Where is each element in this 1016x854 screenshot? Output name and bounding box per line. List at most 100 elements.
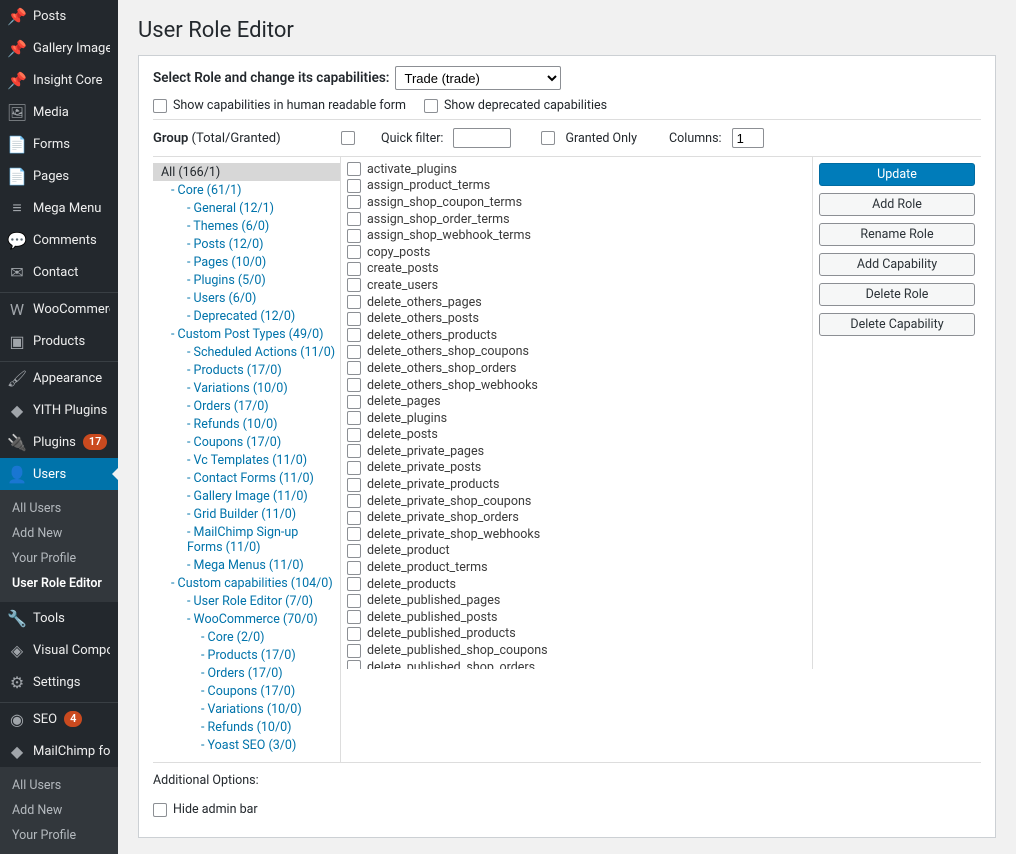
- add-capability-button[interactable]: Add Capability: [819, 253, 975, 276]
- capability-checkbox[interactable]: [347, 544, 361, 558]
- tree-item[interactable]: - Deprecated (12/0): [157, 307, 336, 325]
- tree-item[interactable]: - Variations (10/0): [157, 700, 336, 718]
- tree-item[interactable]: - Plugins (5/0): [157, 271, 336, 289]
- tree-item[interactable]: - Products (17/0): [157, 361, 336, 379]
- tree-item[interactable]: - Scheduled Actions (11/0): [157, 343, 336, 361]
- capability-checkbox[interactable]: [347, 212, 361, 226]
- sidebar-item-users[interactable]: 👤Users: [0, 458, 118, 490]
- role-select[interactable]: Trade (trade): [395, 66, 561, 90]
- rename-role-button[interactable]: Rename Role: [819, 223, 975, 246]
- capability-checkbox[interactable]: [347, 478, 361, 492]
- capability-checkbox[interactable]: [347, 627, 361, 641]
- tree-item[interactable]: - Custom capabilities (104/0): [157, 574, 336, 592]
- submenu-item[interactable]: All Users: [0, 773, 118, 798]
- sidebar-item-gallery-image[interactable]: 📌Gallery Image: [0, 32, 118, 64]
- human-readable-checkbox[interactable]: [153, 99, 167, 113]
- submenu-item[interactable]: User Role Editor: [0, 848, 118, 854]
- tree-item[interactable]: - Core (61/1): [157, 181, 336, 199]
- sidebar-item-seo[interactable]: ◉SEO4: [0, 703, 118, 735]
- sidebar-item-appearance[interactable]: 🖌Appearance: [0, 362, 118, 394]
- submenu-item[interactable]: Your Profile: [0, 546, 118, 571]
- quick-filter-input[interactable]: [453, 128, 511, 148]
- tree-item[interactable]: - Core (2/0): [157, 628, 336, 646]
- submenu-item[interactable]: User Role Editor: [0, 571, 118, 596]
- tree-item[interactable]: - General (12/1): [157, 199, 336, 217]
- tree-item[interactable]: - Contact Forms (11/0): [157, 469, 336, 487]
- tree-item[interactable]: - MailChimp Sign-up Forms (11/0): [157, 523, 336, 556]
- tree-item[interactable]: - Vc Templates (11/0): [157, 451, 336, 469]
- capability-checkbox[interactable]: [347, 229, 361, 243]
- capability-checkbox[interactable]: [347, 444, 361, 458]
- tree-item[interactable]: - Custom Post Types (49/0): [157, 325, 336, 343]
- capability-checkbox[interactable]: [347, 262, 361, 276]
- sidebar-item-mailchimp-for-wp[interactable]: ◆MailChimp for WP: [0, 735, 118, 767]
- sidebar-item-pages[interactable]: 📄Pages: [0, 160, 118, 192]
- sidebar-item-plugins[interactable]: 🔌Plugins17: [0, 426, 118, 458]
- tree-item[interactable]: - Refunds (10/0): [157, 415, 336, 433]
- tree-item[interactable]: - WooCommerce (70/0): [157, 610, 336, 628]
- capability-checkbox[interactable]: [347, 561, 361, 575]
- sidebar-item-tools[interactable]: 🔧Tools: [0, 602, 118, 634]
- sidebar-item-woocommerce[interactable]: WWooCommerce: [0, 293, 118, 325]
- tree-item[interactable]: - Orders (17/0): [157, 397, 336, 415]
- sidebar-item-contact[interactable]: ✉Contact: [0, 256, 118, 288]
- capability-checkbox[interactable]: [347, 328, 361, 342]
- capability-checkbox[interactable]: [347, 428, 361, 442]
- tree-item[interactable]: - Mega Menus (11/0): [157, 556, 336, 574]
- tree-item[interactable]: - Gallery Image (11/0): [157, 487, 336, 505]
- capability-checkbox[interactable]: [347, 395, 361, 409]
- tree-item[interactable]: - User Role Editor (7/0): [157, 592, 336, 610]
- granted-only-checkbox[interactable]: [541, 131, 555, 145]
- tree-item[interactable]: - Variations (10/0): [157, 379, 336, 397]
- sidebar-item-yith-plugins[interactable]: ◆YITH Plugins: [0, 394, 118, 426]
- capability-checkbox[interactable]: [347, 345, 361, 359]
- delete-role-button[interactable]: Delete Role: [819, 283, 975, 306]
- submenu-item[interactable]: All Users: [0, 496, 118, 521]
- sidebar-item-posts[interactable]: 📌Posts: [0, 0, 118, 32]
- submenu-item[interactable]: Add New: [0, 798, 118, 823]
- capability-checkbox[interactable]: [347, 179, 361, 193]
- capability-checkbox[interactable]: [347, 295, 361, 309]
- hide-admin-bar-checkbox[interactable]: [153, 803, 167, 817]
- sidebar-item-mega-menu[interactable]: ≡Mega Menu: [0, 192, 118, 224]
- submenu-item[interactable]: Your Profile: [0, 823, 118, 848]
- submenu-item[interactable]: Add New: [0, 521, 118, 546]
- capability-checkbox[interactable]: [347, 577, 361, 591]
- sidebar-item-visual-composer[interactable]: ◈Visual Composer: [0, 634, 118, 666]
- tree-item[interactable]: - Coupons (17/0): [157, 682, 336, 700]
- capability-checkbox[interactable]: [347, 278, 361, 292]
- tree-item[interactable]: - Coupons (17/0): [157, 433, 336, 451]
- capability-checkbox[interactable]: [347, 494, 361, 508]
- select-all-checkbox[interactable]: [341, 131, 355, 145]
- tree-item[interactable]: - Yoast SEO (3/0): [157, 736, 336, 754]
- tree-item[interactable]: - Grid Builder (11/0): [157, 505, 336, 523]
- sidebar-item-media[interactable]: 🖼Media: [0, 96, 118, 128]
- capability-checkbox[interactable]: [347, 195, 361, 209]
- add-role-button[interactable]: Add Role: [819, 193, 975, 216]
- sidebar-item-products[interactable]: ▣Products: [0, 325, 118, 357]
- capability-checkbox[interactable]: [347, 527, 361, 541]
- sidebar-item-insight-core[interactable]: 📌Insight Core: [0, 64, 118, 96]
- capability-checkbox[interactable]: [347, 162, 361, 176]
- tree-item[interactable]: - Products (17/0): [157, 646, 336, 664]
- tree-item[interactable]: - Refunds (10/0): [157, 718, 336, 736]
- capability-checkbox[interactable]: [347, 660, 361, 669]
- tree-item[interactable]: - Orders (17/0): [157, 664, 336, 682]
- capability-checkbox[interactable]: [347, 411, 361, 425]
- capability-checkbox[interactable]: [347, 245, 361, 259]
- tree-item[interactable]: All (166/1): [153, 163, 340, 181]
- sidebar-item-comments[interactable]: 💬Comments: [0, 224, 118, 256]
- sidebar-item-forms[interactable]: 📄Forms: [0, 128, 118, 160]
- update-button[interactable]: Update: [819, 163, 975, 186]
- tree-item[interactable]: - Pages (10/0): [157, 253, 336, 271]
- capability-checkbox[interactable]: [347, 644, 361, 658]
- tree-item[interactable]: - Users (6/0): [157, 289, 336, 307]
- capability-checkbox[interactable]: [347, 610, 361, 624]
- tree-item[interactable]: - Themes (6/0): [157, 217, 336, 235]
- sidebar-item-settings[interactable]: ⚙Settings: [0, 666, 118, 698]
- capability-checkbox[interactable]: [347, 361, 361, 375]
- tree-item[interactable]: - Posts (12/0): [157, 235, 336, 253]
- capability-checkbox[interactable]: [347, 312, 361, 326]
- capability-checkbox[interactable]: [347, 461, 361, 475]
- delete-capability-button[interactable]: Delete Capability: [819, 313, 975, 336]
